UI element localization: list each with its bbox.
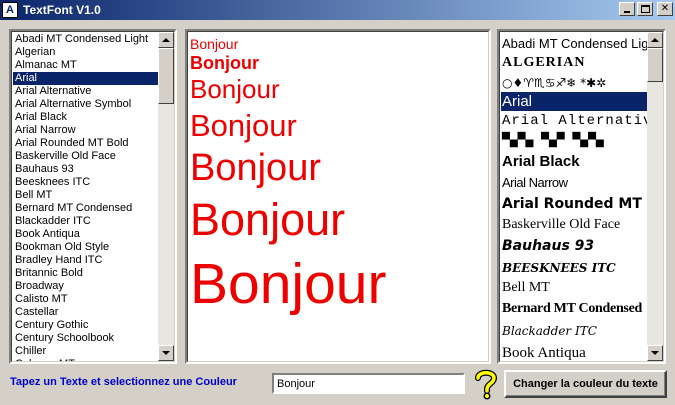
font-list-item[interactable]: Arial Alternative Symbol	[13, 98, 158, 111]
sample-item[interactable]: BEESKNEES ITC	[501, 257, 647, 278]
font-sample-items: Abadi MT Condensed Light ALGERIAN ○♦♈♏♋♐…	[501, 33, 647, 361]
scroll-down-button[interactable]	[158, 345, 174, 361]
font-list-items: Abadi MT Condensed Light Algerian Almanac …	[13, 33, 158, 361]
font-list-item[interactable]: Century Schoolbook	[13, 332, 158, 345]
font-list-item[interactable]: Bradley Hand ITC	[13, 254, 158, 267]
font-list-item[interactable]: Beesknees ITC	[13, 176, 158, 189]
font-list-item[interactable]: Blackadder ITC	[13, 215, 158, 228]
font-list-item[interactable]: Bauhaus 93	[13, 163, 158, 176]
font-list-item[interactable]: Colonna MT	[13, 358, 158, 361]
title-bar: A TextFont V1.0 ✕	[0, 0, 675, 20]
window-title: TextFont V1.0	[23, 3, 101, 17]
font-sample-list[interactable]: Abadi MT Condensed Light ALGERIAN ○♦♈♏♋♐…	[497, 29, 666, 364]
font-list-item[interactable]: Arial Black	[13, 111, 158, 124]
arrow-up-icon	[162, 38, 170, 42]
scroll-thumb[interactable]	[647, 48, 663, 82]
font-list-item[interactable]: Book Antiqua	[13, 228, 158, 241]
change-color-button[interactable]: Changer la couleur du texte	[504, 370, 667, 398]
sample-item[interactable]: Bell MT	[501, 278, 647, 298]
font-list-item[interactable]: Arial Alternative	[13, 85, 158, 98]
font-list-item[interactable]: Century Gothic	[13, 319, 158, 332]
font-list-item[interactable]: Arial Rounded MT Bold	[13, 137, 158, 150]
font-list-item[interactable]: Bernard MT Condensed	[13, 202, 158, 215]
maximize-icon	[640, 5, 650, 13]
minimize-button[interactable]	[619, 2, 635, 16]
scroll-up-button[interactable]	[158, 32, 174, 48]
sample-item[interactable]: ▀▄▀▄ ▀▄▀ ▀▄▀▄	[501, 130, 647, 150]
sample-item[interactable]: Baskerville Old Face	[501, 215, 647, 235]
font-list-item[interactable]: Bookman Old Style	[13, 241, 158, 254]
close-icon: ✕	[660, 3, 670, 14]
sample-item[interactable]: Abadi MT Condensed Light	[501, 33, 647, 53]
font-list[interactable]: Abadi MT Condensed Light Algerian Almanac …	[9, 29, 177, 364]
scroll-down-button[interactable]	[647, 345, 663, 361]
arrow-up-icon	[651, 38, 659, 42]
instruction-label: Tapez un Texte et selectionnez une Coule…	[10, 376, 237, 388]
preview-text-5: Bonjour	[190, 147, 321, 189]
font-list-item[interactable]: Bell MT	[13, 189, 158, 202]
font-list-item[interactable]: Castellar	[13, 306, 158, 319]
preview-pane: Bonjour Bonjour Bonjour Bonjour Bonjour …	[185, 29, 491, 364]
font-list-item[interactable]: Calisto MT	[13, 293, 158, 306]
arrow-down-icon	[651, 351, 659, 355]
preview-text-4: Bonjour	[190, 108, 297, 143]
sample-item[interactable]: Bauhaus 93	[501, 235, 647, 257]
preview-text-7: Bonjour	[190, 252, 387, 316]
sample-item[interactable]: ○♦♈♏♋♐❄ *✱✲	[501, 73, 647, 92]
font-list-item[interactable]: Algerian	[13, 46, 158, 59]
text-input[interactable]	[272, 373, 465, 394]
sample-item[interactable]: Bernard MT Condensed	[501, 298, 647, 319]
font-list-scrollbar[interactable]	[158, 32, 174, 361]
font-list-item[interactable]: Broadway	[13, 280, 158, 293]
sample-item[interactable]: Arial Narrow	[501, 172, 647, 193]
app-icon: A	[2, 2, 18, 18]
arrow-down-icon	[162, 351, 170, 355]
font-list-item[interactable]: Chiller	[13, 345, 158, 358]
scroll-up-button[interactable]	[647, 32, 663, 48]
font-list-item[interactable]: Almanac MT	[13, 59, 158, 72]
preview-text-1: Bonjour	[190, 36, 239, 52]
sample-item[interactable]: Blackadder ITC	[501, 319, 647, 343]
question-mark-icon[interactable]	[473, 368, 499, 400]
font-list-item[interactable]: Abadi MT Condensed Light	[13, 33, 158, 46]
minimize-icon	[624, 11, 630, 13]
font-list-item[interactable]: Britannic Bold	[13, 267, 158, 280]
sample-item[interactable]: Arial Black	[501, 150, 647, 172]
caption-buttons: ✕	[619, 2, 673, 16]
font-list-item-selected[interactable]: Arial	[13, 72, 158, 85]
preview-text-3: Bonjour	[190, 74, 280, 104]
sample-item-selected[interactable]: Arial	[501, 92, 647, 111]
sample-list-scrollbar[interactable]	[647, 32, 663, 361]
sample-item[interactable]: Book Antiqua	[501, 343, 647, 361]
font-list-item[interactable]: Arial Narrow	[13, 124, 158, 137]
sample-item[interactable]: ALGERIAN	[501, 53, 647, 73]
sample-item[interactable]: Arial Alternative	[501, 111, 647, 130]
font-list-item[interactable]: Baskerville Old Face	[13, 150, 158, 163]
maximize-button[interactable]	[637, 2, 653, 16]
scroll-thumb[interactable]	[158, 48, 174, 104]
sample-item[interactable]: Arial Rounded MT Bold	[501, 193, 647, 215]
preview-text-2: Bonjour	[190, 53, 259, 73]
preview-text-6: Bonjour	[190, 194, 346, 245]
close-button[interactable]: ✕	[657, 2, 673, 16]
